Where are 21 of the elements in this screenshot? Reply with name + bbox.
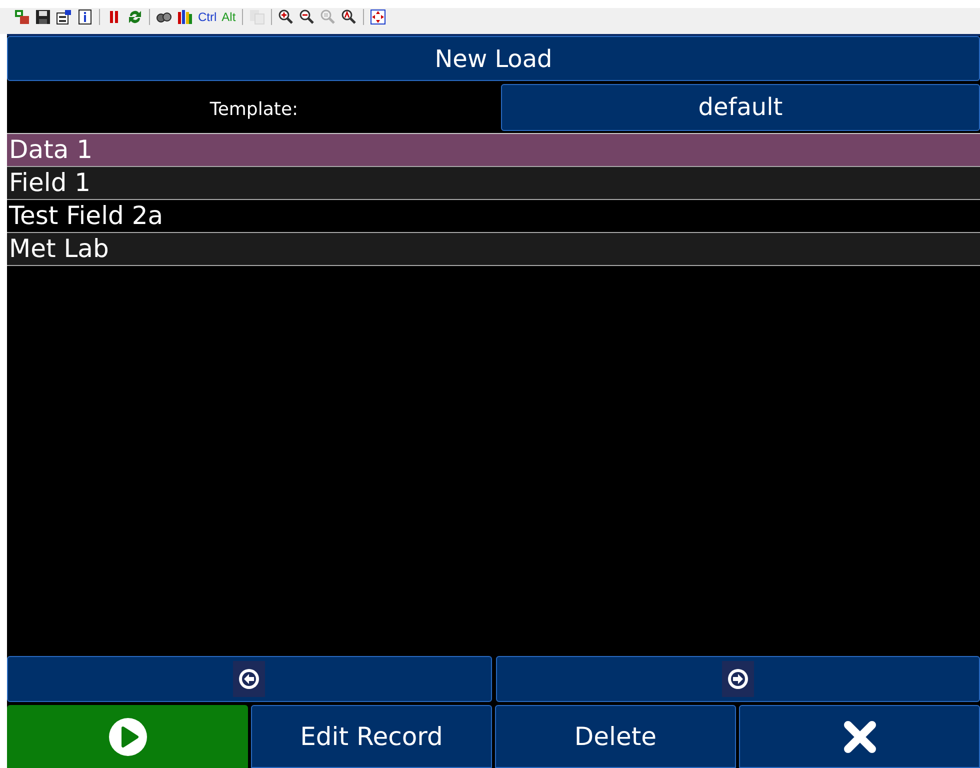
start-button[interactable] — [7, 705, 248, 768]
record-item[interactable]: Data 1 — [7, 134, 980, 167]
arrows-icon[interactable] — [370, 9, 386, 25]
record-item[interactable]: Field 1 — [7, 167, 980, 200]
template-label: Template: — [208, 98, 300, 120]
close-button[interactable] — [739, 705, 980, 768]
action-button[interactable]: Delete — [495, 705, 736, 768]
screen-title: New Load — [7, 36, 980, 81]
template-selector[interactable]: default — [501, 84, 980, 130]
action-button[interactable]: Edit Record — [251, 705, 492, 768]
info-icon[interactable] — [77, 9, 93, 25]
zoom-letter-icon[interactable] — [340, 9, 357, 25]
zoom-out-icon[interactable] — [298, 9, 315, 25]
toolbar-text-button[interactable]: Ctrl — [198, 9, 217, 25]
previous-page-button[interactable] — [7, 656, 492, 702]
properties-icon[interactable] — [56, 9, 72, 25]
refresh-icon[interactable] — [127, 9, 143, 25]
play-icon — [108, 716, 148, 756]
close-icon — [842, 720, 876, 754]
zoom-in-icon[interactable] — [278, 9, 294, 25]
record-item[interactable]: Met Lab — [7, 233, 980, 266]
